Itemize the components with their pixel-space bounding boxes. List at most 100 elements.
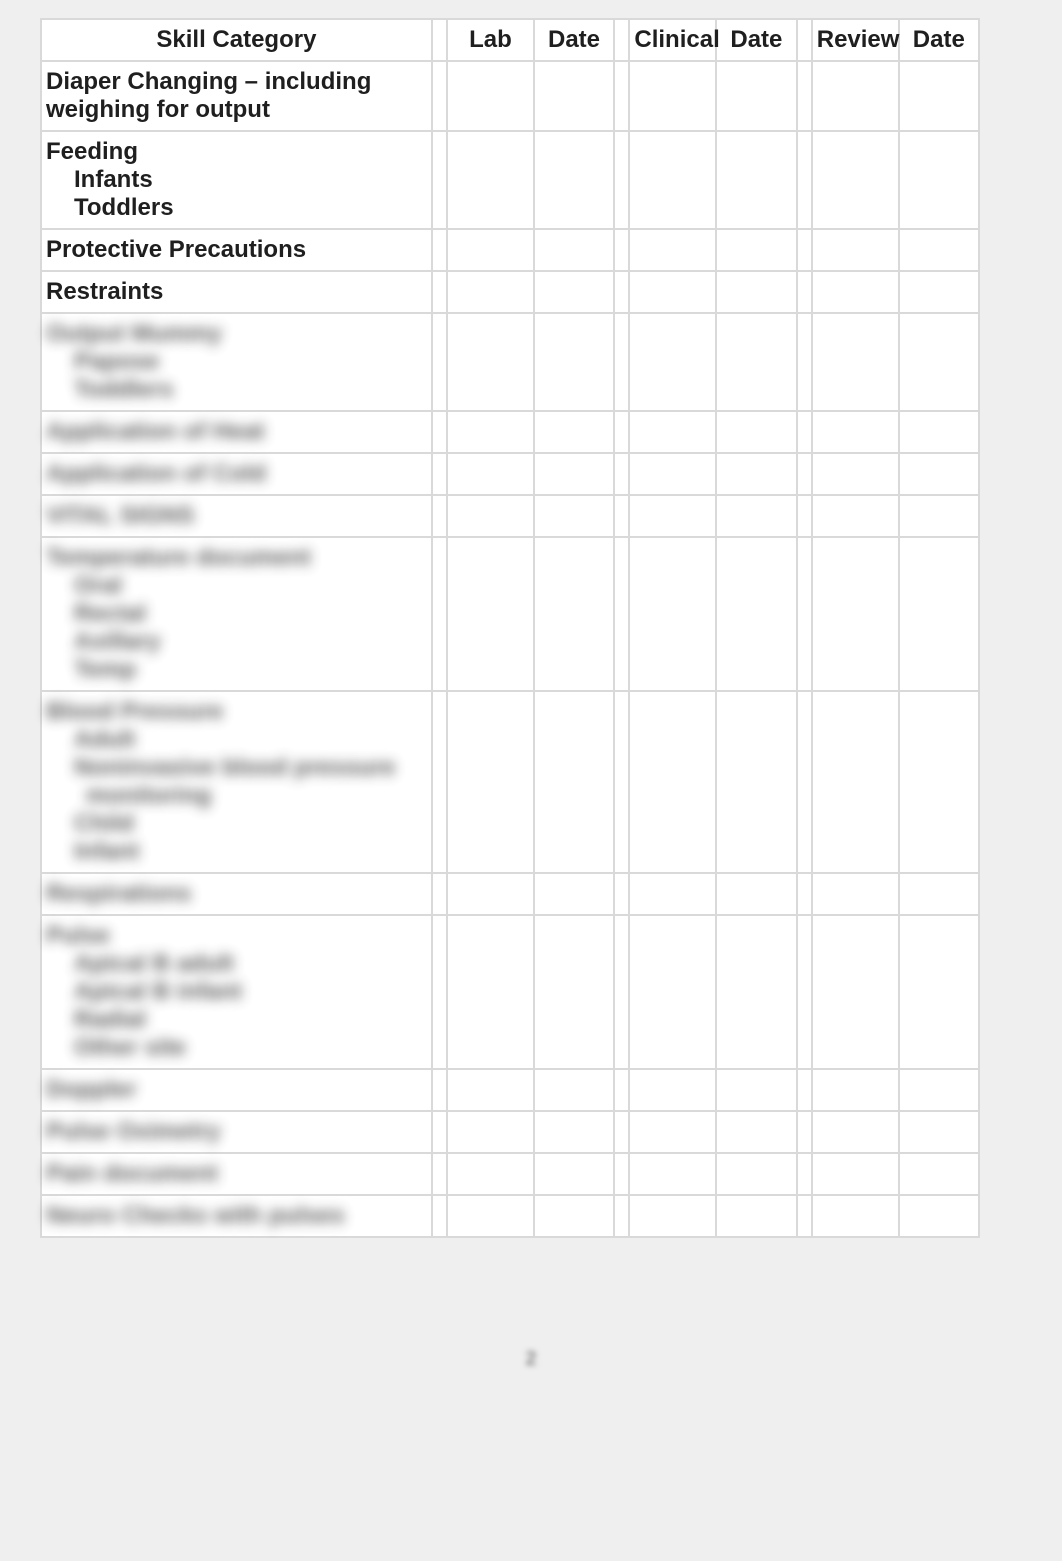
date-cell <box>899 61 979 131</box>
date-cell <box>534 691 614 873</box>
skill-cell-respirations: Respirations <box>41 873 432 915</box>
spacer <box>797 873 812 915</box>
spacer <box>797 453 812 495</box>
skill-line: Blood Pressure <box>46 698 427 726</box>
spacer <box>432 1153 447 1195</box>
spacer <box>797 537 812 691</box>
date-cell <box>716 61 796 131</box>
table-row: Temperature documentOralRectalAxillaryTe… <box>41 537 979 691</box>
lab-cell <box>447 1153 534 1195</box>
clinical-cell <box>629 411 716 453</box>
skill-cell-vital-signs: VITAL SIGNS <box>41 495 432 537</box>
table-row: VITAL SIGNS <box>41 495 979 537</box>
date-cell <box>716 411 796 453</box>
spacer <box>797 691 812 873</box>
header-date-1: Date <box>534 19 614 61</box>
table-row: Output MummyPaposeToddlers <box>41 313 979 411</box>
spacer <box>797 313 812 411</box>
skill-line: Temp <box>46 656 427 684</box>
spacer <box>432 411 447 453</box>
date-cell <box>716 1069 796 1111</box>
date-cell <box>716 691 796 873</box>
lab-cell <box>447 691 534 873</box>
header-date-3: Date <box>899 19 979 61</box>
skill-line: Neuro Checks with pulses <box>46 1202 427 1230</box>
skill-cell-protective-precautions: Protective Precautions <box>41 229 432 271</box>
skill-cell-application-of-cold: Application of Cold <box>41 453 432 495</box>
header-spacer <box>614 19 629 61</box>
date-cell <box>899 1153 979 1195</box>
skill-cell-diaper-changing: Diaper Changing – includingweighing for … <box>41 61 432 131</box>
clinical-cell <box>629 453 716 495</box>
spacer <box>797 1195 812 1237</box>
clinical-cell <box>629 271 716 313</box>
spacer <box>614 453 629 495</box>
review-cell <box>812 453 899 495</box>
clinical-cell <box>629 1153 716 1195</box>
review-cell <box>812 229 899 271</box>
skill-cell-restraints: Restraints <box>41 271 432 313</box>
date-cell <box>534 131 614 229</box>
skill-line: Temperature document <box>46 544 427 572</box>
clinical-cell <box>629 495 716 537</box>
clinical-cell <box>629 873 716 915</box>
lab-cell <box>447 131 534 229</box>
date-cell <box>716 271 796 313</box>
spacer <box>432 691 447 873</box>
skill-cell-pulse: PulseApical B adultApical B infantRadial… <box>41 915 432 1069</box>
date-cell <box>899 411 979 453</box>
table-row: FeedingInfantsToddlers <box>41 131 979 229</box>
review-cell <box>812 1069 899 1111</box>
lab-cell <box>447 411 534 453</box>
header-skill: Skill Category <box>41 19 432 61</box>
clinical-cell <box>629 1195 716 1237</box>
date-cell <box>534 915 614 1069</box>
lab-cell <box>447 61 534 131</box>
skill-line: Output Mummy <box>46 320 427 348</box>
review-cell <box>812 1111 899 1153</box>
table-row: Pain document <box>41 1153 979 1195</box>
date-cell <box>534 1195 614 1237</box>
clinical-cell <box>629 131 716 229</box>
date-cell <box>534 537 614 691</box>
spacer <box>797 1069 812 1111</box>
table-row: Restraints <box>41 271 979 313</box>
lab-cell <box>447 915 534 1069</box>
spacer <box>614 495 629 537</box>
table-header: Skill Category Lab Date Clinical Date Re… <box>41 19 979 61</box>
skill-line: Pulse <box>46 922 427 950</box>
clinical-cell <box>629 1111 716 1153</box>
review-cell <box>812 131 899 229</box>
lab-cell <box>447 313 534 411</box>
skill-line: Oral <box>46 572 427 600</box>
spacer <box>614 1111 629 1153</box>
spacer <box>797 495 812 537</box>
table-row: Neuro Checks with pulses <box>41 1195 979 1237</box>
skill-line: Pulse Oximetry <box>46 1118 427 1146</box>
skill-line: Application of Cold <box>46 460 427 488</box>
skill-line: Toddlers <box>46 194 427 222</box>
lab-cell <box>447 1195 534 1237</box>
skill-cell-application-of-heat: Application of Heat <box>41 411 432 453</box>
table-row: Application of Cold <box>41 453 979 495</box>
skill-line: Infants <box>46 166 427 194</box>
clinical-cell <box>629 61 716 131</box>
skill-cell-pulse-oximetry: Pulse Oximetry <box>41 1111 432 1153</box>
clinical-cell <box>629 313 716 411</box>
date-cell <box>899 453 979 495</box>
skill-line: Child <box>46 810 427 838</box>
date-cell <box>899 271 979 313</box>
date-cell <box>716 1111 796 1153</box>
spacer <box>797 1153 812 1195</box>
skill-line: Toddlers <box>46 376 427 404</box>
skill-line: Protective Precautions <box>46 236 427 264</box>
date-cell <box>899 915 979 1069</box>
date-cell <box>716 495 796 537</box>
date-cell <box>716 313 796 411</box>
skill-line: Radial <box>46 1006 427 1034</box>
spacer <box>432 1195 447 1237</box>
date-cell <box>534 1111 614 1153</box>
skill-cell-neuro-checks: Neuro Checks with pulses <box>41 1195 432 1237</box>
skill-line: Infant <box>46 838 427 866</box>
review-cell <box>812 915 899 1069</box>
